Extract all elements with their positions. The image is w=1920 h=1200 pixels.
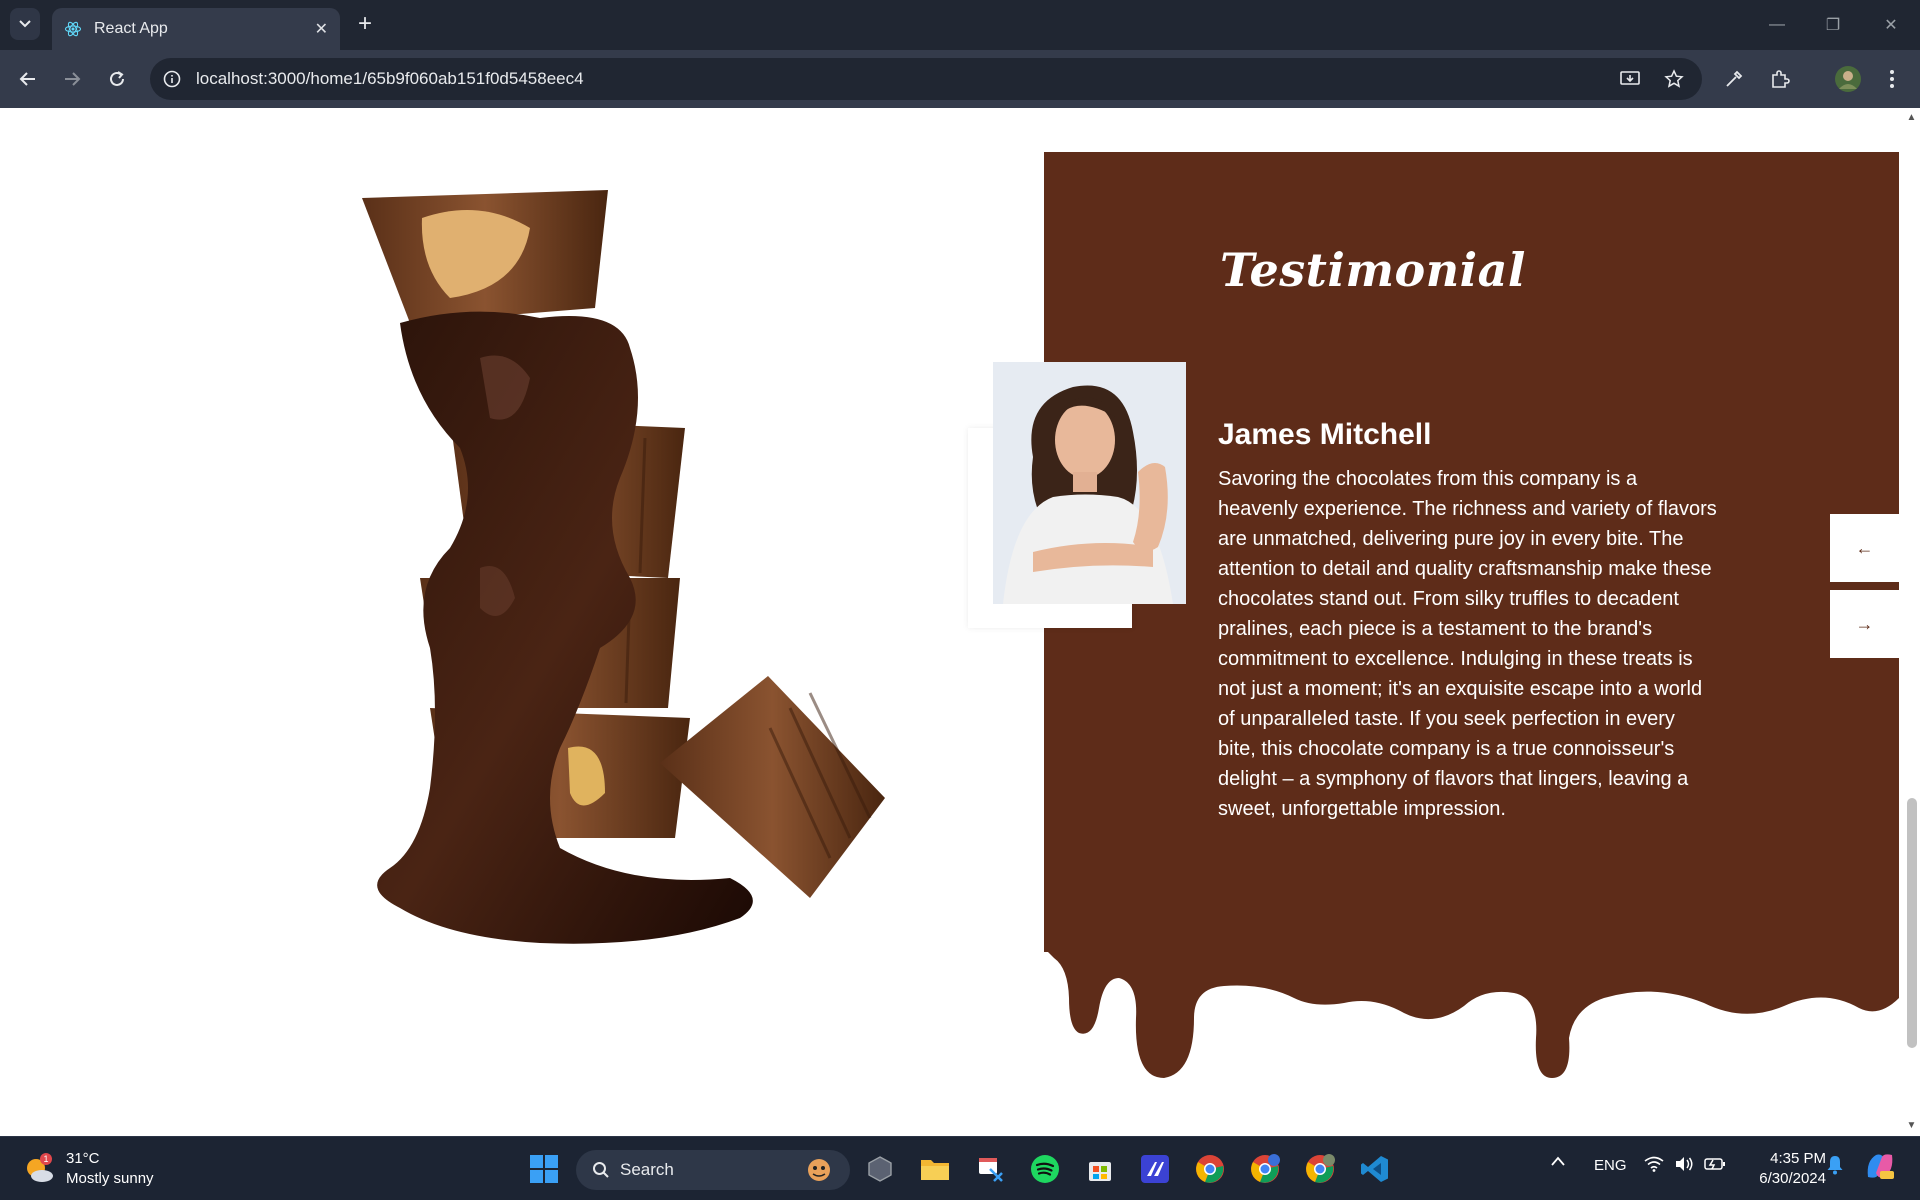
reload-icon: [110, 71, 124, 86]
battery-icon[interactable]: [1704, 1156, 1726, 1176]
arrow-left-icon: [19, 72, 35, 86]
chrome-profile-icon[interactable]: [1247, 1151, 1283, 1187]
previous-testimonial-button[interactable]: ←: [1830, 514, 1899, 582]
taskbar-search[interactable]: Search: [576, 1150, 850, 1190]
weather-temp: 31°C: [66, 1150, 100, 1167]
search-label: Search: [620, 1160, 674, 1179]
chocolate-drip-decoration: [1044, 888, 1899, 1078]
file-explorer-icon[interactable]: [917, 1151, 953, 1187]
page-viewport: Testimonial James Mitchell Savoring the …: [0, 108, 1903, 1136]
eyedropper-icon[interactable]: [1718, 63, 1750, 95]
extensions-icon[interactable]: [1764, 63, 1796, 95]
browser-titlebar: React App ✕ + — ❐ ✕: [0, 0, 1920, 50]
spotify-icon[interactable]: [1027, 1151, 1063, 1187]
tab-search-button[interactable]: [10, 8, 40, 40]
browser-toolbar: localhost:3000/home1/65b9f060ab151f0d545…: [0, 50, 1920, 108]
system-clock[interactable]: 4:35 PM 6/30/2024: [1740, 1149, 1826, 1189]
task-view-icon[interactable]: [862, 1151, 898, 1187]
vs-icon[interactable]: [1137, 1151, 1173, 1187]
start-button[interactable]: [526, 1151, 562, 1187]
chevron-down-icon: [19, 20, 31, 28]
search-icon: [593, 1162, 609, 1178]
clock-time: 4:35 PM: [1770, 1150, 1826, 1167]
scroll-up-arrow-icon[interactable]: ▲: [1903, 112, 1920, 124]
close-tab-icon[interactable]: ✕: [315, 19, 328, 39]
arrow-right-icon: [65, 72, 81, 86]
restore-button[interactable]: ❐: [1808, 8, 1858, 42]
page-scrollbar[interactable]: ▲ ▼: [1903, 108, 1920, 1136]
url-text[interactable]: localhost:3000/home1/65b9f060ab151f0d545…: [196, 69, 584, 89]
arrow-right-icon: →: [1855, 613, 1874, 634]
site-info-icon[interactable]: [160, 67, 184, 91]
sun-cloud-icon: 1: [27, 1153, 53, 1182]
notification-bell-icon[interactable]: [1826, 1155, 1844, 1179]
reviewer-name: James Mitchell: [1218, 418, 1432, 451]
windows-taskbar: 1 31°C Mostly sunny Search ENG 4:35 PM 6…: [0, 1136, 1920, 1200]
kebab-menu-icon[interactable]: [1876, 63, 1908, 95]
tab-title: React App: [94, 20, 168, 37]
testimonial-quote: Savoring the chocolates from this compan…: [1218, 468, 1717, 820]
address-bar[interactable]: localhost:3000/home1/65b9f060ab151f0d545…: [150, 58, 1702, 100]
arrow-left-icon: ←: [1855, 537, 1874, 558]
reviewer-photo: [993, 362, 1186, 604]
reload-button[interactable]: [101, 63, 133, 95]
wifi-icon[interactable]: [1644, 1156, 1664, 1176]
profile-avatar[interactable]: [1832, 63, 1864, 95]
back-button[interactable]: [12, 63, 44, 95]
scroll-down-arrow-icon[interactable]: ▼: [1903, 1120, 1920, 1132]
install-app-icon[interactable]: [1618, 67, 1642, 91]
new-tab-button[interactable]: +: [352, 12, 378, 38]
microsoft-store-icon[interactable]: [1082, 1151, 1118, 1187]
bookmark-star-icon[interactable]: [1662, 67, 1686, 91]
chrome-icon[interactable]: [1192, 1151, 1228, 1187]
volume-icon[interactable]: [1674, 1156, 1694, 1176]
minimize-button[interactable]: —: [1752, 8, 1802, 42]
chocolate-stack-image: [362, 190, 885, 944]
language-indicator[interactable]: ENG: [1594, 1157, 1627, 1174]
forward-button[interactable]: [56, 63, 88, 95]
search-highlight-icon: [808, 1159, 830, 1181]
tray-overflow-icon[interactable]: [1550, 1154, 1566, 1171]
copilot-icon[interactable]: [1864, 1151, 1896, 1185]
close-window-button[interactable]: ✕: [1866, 8, 1916, 42]
weather-desc: Mostly sunny: [66, 1170, 154, 1187]
snipping-tool-icon[interactable]: [972, 1151, 1008, 1187]
clock-date: 6/30/2024: [1759, 1170, 1826, 1187]
chrome-profile-2-icon[interactable]: [1302, 1151, 1338, 1187]
browser-tab[interactable]: React App ✕: [52, 8, 340, 50]
next-testimonial-button[interactable]: →: [1830, 590, 1899, 658]
testimonial-heading: Testimonial: [1220, 243, 1526, 297]
vscode-icon[interactable]: [1357, 1151, 1393, 1187]
weather-widget[interactable]: 1 31°C Mostly sunny: [22, 1149, 154, 1189]
windows-icon: [530, 1155, 558, 1183]
weather-badge: 1: [43, 1154, 48, 1164]
react-icon: [64, 21, 82, 37]
scrollbar-thumb[interactable]: [1907, 798, 1917, 1048]
